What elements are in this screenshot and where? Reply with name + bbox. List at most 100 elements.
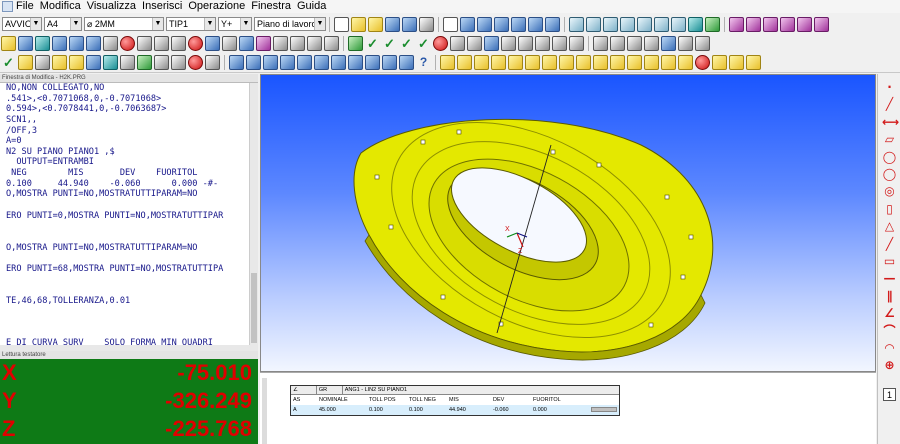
cube-bottom-icon[interactable] [671,16,686,32]
table-icon[interactable] [569,36,584,51]
undo-icon[interactable] [661,36,676,51]
point-icon[interactable]: · [882,80,897,95]
flatness-icon[interactable]: ▭ [882,254,897,269]
profile-icon[interactable]: ⌒ [882,324,897,339]
graphic-icon[interactable] [256,36,271,51]
angularity-icon[interactable]: ∠ [882,306,897,321]
graph-icon[interactable] [137,55,152,70]
dimension-icon[interactable] [324,36,339,51]
measure-icon[interactable] [205,36,220,51]
auto-polygon-icon[interactable] [610,55,625,70]
menu-guida[interactable]: Guida [297,0,326,13]
auto-cylinder-icon[interactable] [491,55,506,70]
sphere-icon[interactable]: ◎ [882,184,897,199]
editor-vertical-scrollbar[interactable] [249,83,258,345]
zoom-window-icon[interactable] [52,36,67,51]
move-icon[interactable] [171,36,186,51]
width-icon[interactable]: ⟷ [882,115,899,130]
view-quad-icon[interactable] [545,16,560,32]
menu-operazione[interactable]: Operazione [188,0,245,13]
plane-surface-icon[interactable] [229,55,244,70]
layers-icon[interactable] [239,36,254,51]
folder-star-icon[interactable] [69,55,84,70]
sphere-icon[interactable] [382,55,397,70]
auto-circle-icon[interactable] [474,55,489,70]
auto-ellipse-icon[interactable] [627,55,642,70]
clip-icon[interactable] [273,36,288,51]
view-top-icon[interactable] [460,16,475,32]
cone-icon[interactable]: △ [882,219,897,234]
auto-cone-icon[interactable] [542,55,557,70]
code-line[interactable]: SCN1,, [0,115,249,126]
screen-icon[interactable] [535,36,550,51]
cube-shaded-icon[interactable] [688,16,703,32]
auto-surface-icon[interactable] [678,55,693,70]
line-icon[interactable]: ╱ [882,237,897,252]
wireframe-mode-icon[interactable] [746,16,761,32]
calculator-icon[interactable] [120,55,135,70]
help-icon[interactable]: ? [416,55,431,70]
code-line[interactable]: N2 SU PIANO PIANO1 ,$ [0,147,249,158]
auto-square-icon[interactable] [593,55,608,70]
rotate-icon[interactable] [86,36,101,51]
probe-icon[interactable] [188,36,203,51]
pan-icon[interactable] [137,36,152,51]
arrow-right-icon[interactable] [467,36,482,51]
execute-icon[interactable] [348,36,363,51]
target-icon[interactable] [695,55,710,70]
view-front-icon[interactable] [477,16,492,32]
torus-icon[interactable] [399,55,414,70]
auto-gear-icon[interactable] [729,55,744,70]
list-icon[interactable] [205,55,220,70]
view-split-icon[interactable] [511,16,526,32]
cube-left-icon[interactable] [637,16,652,32]
marker-icon[interactable] [188,55,203,70]
cube-solid-icon[interactable] [705,16,720,32]
grid-icon[interactable] [171,55,186,70]
delete-icon[interactable] [644,36,659,51]
straightness-icon[interactable]: — [882,271,897,286]
camera-icon[interactable] [222,36,237,51]
point-mode-icon[interactable] [780,16,795,32]
new-file-icon[interactable] [334,16,349,32]
auto-line-icon[interactable] [457,55,472,70]
code-line[interactable]: TE,46,68,TOLLERANZA,0.01 [0,296,249,307]
step-icon[interactable] [35,55,50,70]
translate-icon[interactable] [35,36,50,51]
cylinder-surface-icon[interactable] [263,55,278,70]
code-line[interactable]: O,MOSTRA PUNTI=NO,MOSTRATUTTIPARAM=NO [0,243,249,254]
folder-program-icon[interactable] [52,55,67,70]
comment-icon[interactable] [501,36,516,51]
code-line[interactable] [0,306,249,317]
scroll-thumb[interactable] [251,273,257,343]
view-side-icon[interactable] [494,16,509,32]
code-line[interactable]: ERO PUNTI=0,MOSTRA PUNTI=NO,MOSTRATUTTIP… [0,211,249,222]
code-line[interactable]: A=0 [0,136,249,147]
menu-finestra[interactable]: Finestra [251,0,291,13]
check-partial-icon[interactable]: ✓ [382,36,397,51]
slot-icon[interactable] [314,55,329,70]
stop-icon[interactable] [433,36,448,51]
code-line[interactable] [0,285,249,296]
scale-icon[interactable] [290,36,305,51]
code-line[interactable] [0,253,249,264]
arc-icon[interactable]: ◠ [882,341,897,356]
terminal-icon[interactable] [154,55,169,70]
code-line[interactable]: ERO PUNTI=68,MOSTRA PUNTI=NO,MOSTRATUTTI… [0,264,249,275]
report-icon[interactable] [552,36,567,51]
tip-diameter-select[interactable]: ⌀ 2MM ▼ [84,17,164,31]
mode-select[interactable]: AVVIO ▼ [2,17,42,31]
plane-icon[interactable]: ▱ [882,132,897,147]
check-icon[interactable]: ✓ [365,36,380,51]
workplane-select[interactable]: Piano di lavoro ▼ [254,17,326,31]
cup-icon[interactable] [280,55,295,70]
program-editor[interactable]: NO,NON COLLEGATO,NO .541>,<0.7071068,0,-0… [0,83,249,345]
record-icon[interactable] [120,36,135,51]
bubble-icon[interactable] [484,36,499,51]
app-icon[interactable] [2,1,13,12]
code-line[interactable]: 0.594>,<0.7078441,0,-0.7063687> [0,104,249,115]
parallelism-icon[interactable]: ∥ [882,289,897,304]
code-line[interactable]: O,MOSTRA PUNTI=NO,MOSTRATUTTIPARAM=NO [0,189,249,200]
check-marked-icon[interactable]: ✓ [416,36,431,51]
probe-config-icon[interactable] [86,55,101,70]
